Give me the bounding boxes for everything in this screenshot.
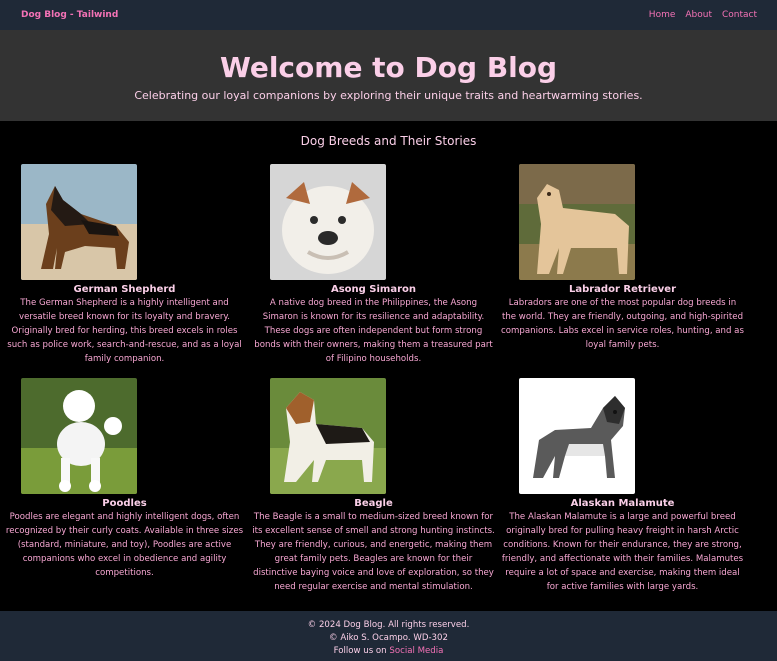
brand-logo[interactable]: Dog Blog - Tailwind	[21, 10, 118, 20]
footer-copyright: © 2024 Dog Blog. All rights reserved.	[307, 620, 470, 630]
social-media-link[interactable]: Social Media	[389, 646, 443, 656]
breed-card: Alaskan Malamute The Alaskan Malamute is…	[498, 378, 747, 594]
german-shepherd-photo	[21, 164, 137, 280]
breed-card: Asong Simaron A native dog breed in the …	[249, 164, 498, 366]
nav-links: Home About Contact	[649, 10, 757, 20]
footer-follow-prefix: Follow us on	[333, 646, 387, 656]
nav-link-contact[interactable]: Contact	[722, 10, 757, 20]
breed-description: Poodles are elegant and highly intellige…	[5, 512, 244, 578]
main-content: Dog Breeds and Their Stories German Shep…	[0, 121, 777, 611]
labrador-photo	[519, 164, 635, 280]
breed-name: Poodles	[102, 498, 147, 509]
breed-name: Beagle	[354, 498, 393, 509]
breed-description: The German Shepherd is a highly intellig…	[7, 298, 242, 364]
section-title: Dog Breeds and Their Stories	[300, 134, 477, 148]
breed-description: The Alaskan Malamute is a large and powe…	[501, 512, 744, 592]
poodle-photo	[21, 378, 137, 494]
breed-description: Labradors are one of the most popular do…	[501, 298, 744, 350]
breed-description: A native dog breed in the Philippines, t…	[254, 298, 493, 364]
breed-card: Poodles Poodles are elegant and highly i…	[0, 378, 249, 580]
breed-name: Asong Simaron	[330, 284, 417, 295]
bulldog-photo	[270, 164, 386, 280]
breed-name: Alaskan Malamute	[570, 498, 675, 509]
footer: © 2024 Dog Blog. All rights reserved. © …	[0, 611, 777, 661]
breed-name: Labrador Retriever	[568, 284, 677, 295]
nav-link-about[interactable]: About	[685, 10, 712, 20]
beagle-photo	[270, 378, 386, 494]
navbar: Dog Blog - Tailwind Home About Contact	[0, 0, 777, 30]
malamute-photo	[519, 378, 635, 494]
hero-subtitle: Celebrating our loyal companions by expl…	[134, 88, 643, 102]
footer-author: © Aiko S. Ocampo. WD-302	[329, 633, 448, 643]
hero-title: Welcome to Dog Blog	[219, 51, 558, 84]
hero-banner: Welcome to Dog Blog Celebrating our loya…	[0, 30, 777, 121]
breed-card: Beagle The Beagle is a small to medium-s…	[249, 378, 498, 594]
breed-description: The Beagle is a small to medium-sized br…	[252, 512, 495, 592]
nav-link-home[interactable]: Home	[649, 10, 676, 20]
footer-follow: Follow us on Social Media	[0, 645, 777, 658]
breed-card: German Shepherd The German Shepherd is a…	[0, 164, 249, 366]
breed-name: German Shepherd	[73, 284, 176, 295]
breed-card: Labrador Retriever Labradors are one of …	[498, 164, 747, 352]
